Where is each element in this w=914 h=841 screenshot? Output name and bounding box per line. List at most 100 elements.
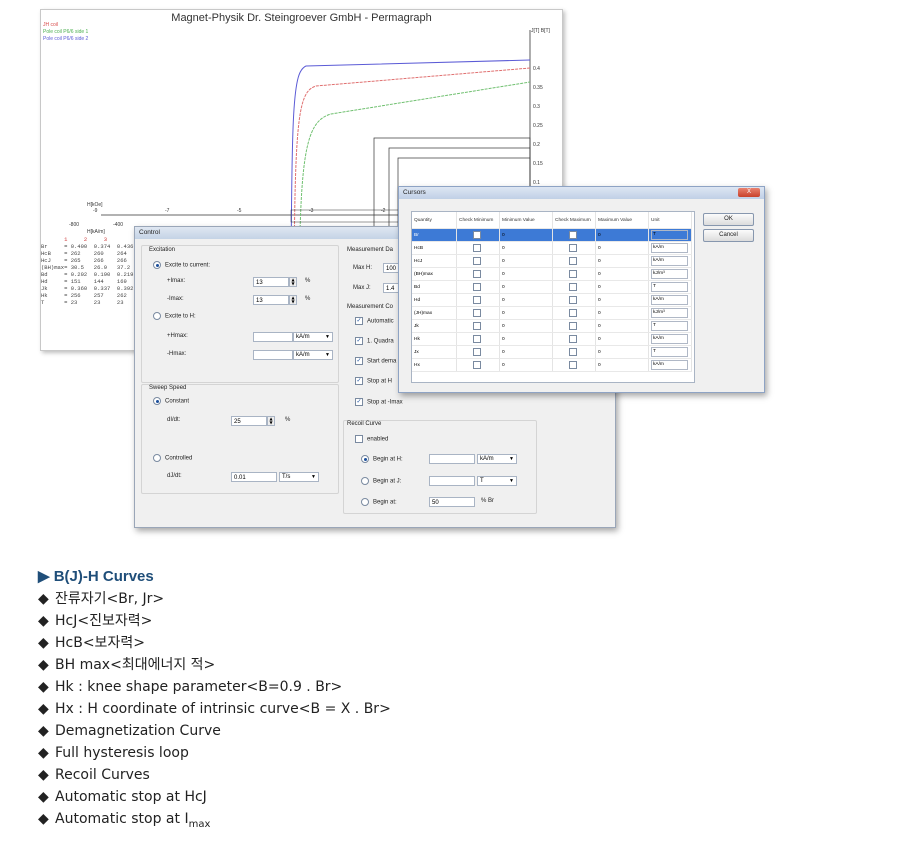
didt-input[interactable]: 25 (231, 416, 267, 426)
quantity-cell[interactable]: Hd (412, 293, 457, 307)
quantity-cell[interactable]: Jx (412, 345, 457, 359)
excite-current-radio[interactable]: Excite to current: (153, 261, 210, 269)
grid-row[interactable]: HcJ 0 0 kA/m (412, 254, 692, 268)
min-value-cell[interactable]: 0 (499, 241, 553, 255)
min-value-cell[interactable]: 0 (499, 358, 553, 372)
unit-box[interactable]: T (651, 230, 688, 240)
unit-cell[interactable]: T (648, 228, 692, 242)
check-min-checkbox[interactable] (456, 332, 500, 346)
grid-row[interactable]: Bd 0 0 T (412, 280, 692, 294)
unit-cell[interactable]: kA/m (648, 332, 692, 346)
grid-row[interactable]: Jx 0 0 T (412, 345, 692, 359)
max-value-cell[interactable]: 0 (595, 254, 649, 268)
quantity-cell[interactable]: Hx (412, 358, 457, 372)
begin-h-input[interactable] (429, 454, 475, 464)
min-value-cell[interactable]: 0 (499, 280, 553, 294)
unit-box[interactable]: T (651, 282, 688, 292)
check-max-checkbox[interactable] (552, 241, 596, 255)
recoil-enabled-checkbox[interactable]: enabled (355, 435, 388, 443)
check-min-checkbox[interactable] (456, 319, 500, 333)
check-max-checkbox[interactable] (552, 345, 596, 359)
unit-cell[interactable]: kA/m (648, 358, 692, 372)
grid-row[interactable]: (BH)max 0 0 kJ/m³ (412, 267, 692, 281)
max-value-cell[interactable]: 0 (595, 345, 649, 359)
unit-cell[interactable]: kA/m (648, 254, 692, 268)
max-value-cell[interactable]: 0 (595, 293, 649, 307)
begin-h-radio[interactable]: Begin at H: (361, 455, 403, 463)
min-value-cell[interactable]: 0 (499, 293, 553, 307)
ok-button[interactable]: OK (703, 213, 754, 226)
check-min-checkbox[interactable] (456, 241, 500, 255)
quantity-cell[interactable]: (BH)max (412, 267, 457, 281)
unit-box[interactable]: kJ/m³ (651, 269, 688, 279)
check-min-checkbox[interactable] (456, 228, 500, 242)
djdt-input[interactable]: 0.01 (231, 472, 277, 482)
quantity-cell[interactable]: Jk (412, 319, 457, 333)
check-max-checkbox[interactable] (552, 332, 596, 346)
quantity-cell[interactable]: Bd (412, 280, 457, 294)
unit-box[interactable]: kA/m (651, 243, 688, 253)
grid-row[interactable]: HcB 0 0 kA/m (412, 241, 692, 255)
constant-radio[interactable]: Constant (153, 397, 189, 405)
min-value-cell[interactable]: 0 (499, 319, 553, 333)
check-min-checkbox[interactable] (456, 267, 500, 281)
imax-pos-spinner[interactable]: ▲ ▼ (289, 277, 297, 287)
begin-j-unit-select[interactable]: T (477, 476, 517, 486)
grid-row[interactable]: (JH)max 0 0 kJ/m³ (412, 306, 692, 320)
start-demag-checkbox[interactable]: ✓ Start dema (355, 357, 396, 365)
close-button[interactable]: X (738, 188, 760, 197)
begin-h-unit-select[interactable]: kA/m (477, 454, 517, 464)
quantity-cell[interactable]: HcB (412, 241, 457, 255)
check-min-checkbox[interactable] (456, 306, 500, 320)
check-min-checkbox[interactable] (456, 293, 500, 307)
check-max-checkbox[interactable] (552, 228, 596, 242)
max-value-cell[interactable]: 0 (595, 332, 649, 346)
grid-row[interactable]: Jk 0 0 T (412, 319, 692, 333)
hmax-neg-input[interactable] (253, 350, 293, 360)
hmax-pos-input[interactable] (253, 332, 293, 342)
max-value-cell[interactable]: 0 (595, 306, 649, 320)
check-min-checkbox[interactable] (456, 345, 500, 359)
cancel-button[interactable]: Cancel (703, 229, 754, 242)
unit-box[interactable]: kA/m (651, 295, 688, 305)
unit-box[interactable]: kA/m (651, 256, 688, 266)
check-min-checkbox[interactable] (456, 254, 500, 268)
unit-cell[interactable]: T (648, 319, 692, 333)
unit-box[interactable]: T (651, 321, 688, 331)
check-max-checkbox[interactable] (552, 293, 596, 307)
unit-box[interactable]: kJ/m³ (651, 308, 688, 318)
quantity-cell[interactable]: (JH)max (412, 306, 457, 320)
grid-row[interactable]: Br 0 0 T (412, 228, 692, 242)
check-max-checkbox[interactable] (552, 306, 596, 320)
automatic-checkbox[interactable]: ✓ Automatic (355, 317, 394, 325)
begin-j-input[interactable] (429, 476, 475, 486)
begin-at-radio[interactable]: Begin at: (361, 498, 397, 506)
max-value-cell[interactable]: 0 (595, 358, 649, 372)
unit-cell[interactable]: T (648, 280, 692, 294)
begin-j-radio[interactable]: Begin at J: (361, 477, 401, 485)
grid-row[interactable]: Hk 0 0 kA/m (412, 332, 692, 346)
didt-spinner[interactable]: ▲ ▼ (267, 416, 275, 426)
unit-cell[interactable]: kJ/m³ (648, 306, 692, 320)
djdt-unit-select[interactable]: T/s (279, 472, 319, 482)
max-value-cell[interactable]: 0 (595, 228, 649, 242)
unit-cell[interactable]: T (648, 345, 692, 359)
quantity-cell[interactable]: Br (412, 228, 457, 242)
unit-cell[interactable]: kA/m (648, 293, 692, 307)
max-value-cell[interactable]: 0 (595, 319, 649, 333)
min-value-cell[interactable]: 0 (499, 254, 553, 268)
controlled-radio[interactable]: Controlled (153, 454, 192, 462)
imax-neg-input[interactable]: 13 (253, 295, 289, 305)
grid-row[interactable]: Hd 0 0 kA/m (412, 293, 692, 307)
min-value-cell[interactable]: 0 (499, 267, 553, 281)
check-max-checkbox[interactable] (552, 254, 596, 268)
hmax-pos-unit-select[interactable]: kA/m (293, 332, 333, 342)
max-value-cell[interactable]: 0 (595, 267, 649, 281)
quadrant-checkbox[interactable]: ✓ 1. Quadra (355, 337, 394, 345)
begin-at-input[interactable]: 50 (429, 497, 475, 507)
quantity-cell[interactable]: Hk (412, 332, 457, 346)
min-value-cell[interactable]: 0 (499, 345, 553, 359)
unit-box[interactable]: kA/m (651, 334, 688, 344)
grid-row[interactable]: Hx 0 0 kA/m (412, 358, 692, 372)
check-max-checkbox[interactable] (552, 267, 596, 281)
